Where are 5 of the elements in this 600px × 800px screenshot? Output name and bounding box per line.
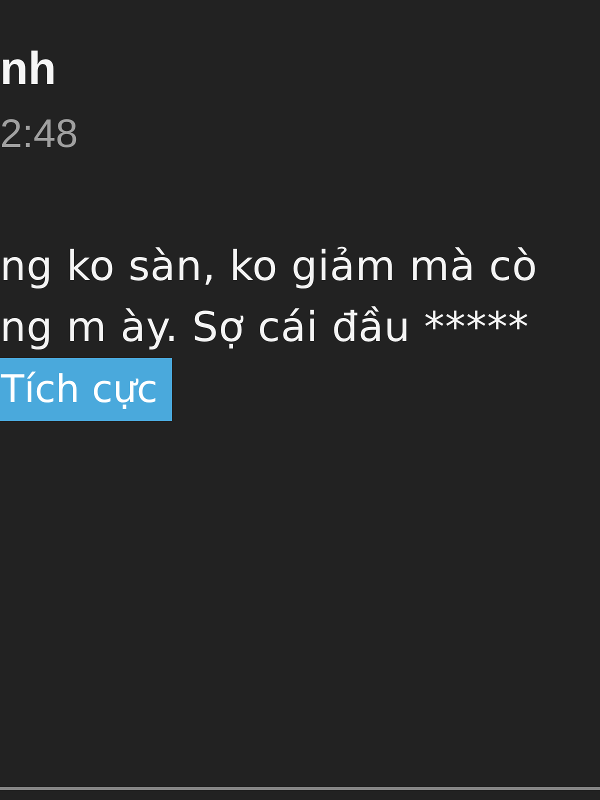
sender-name: nh [0, 41, 56, 96]
message-text-line: ng ko sàn, ko giảm mà cò [0, 241, 538, 292]
message-text-line: ng m ày. Sợ cái đầu ***** [0, 302, 530, 353]
highlighted-text: Tích cực [0, 358, 172, 421]
message-time: 2:48 [0, 111, 78, 158]
